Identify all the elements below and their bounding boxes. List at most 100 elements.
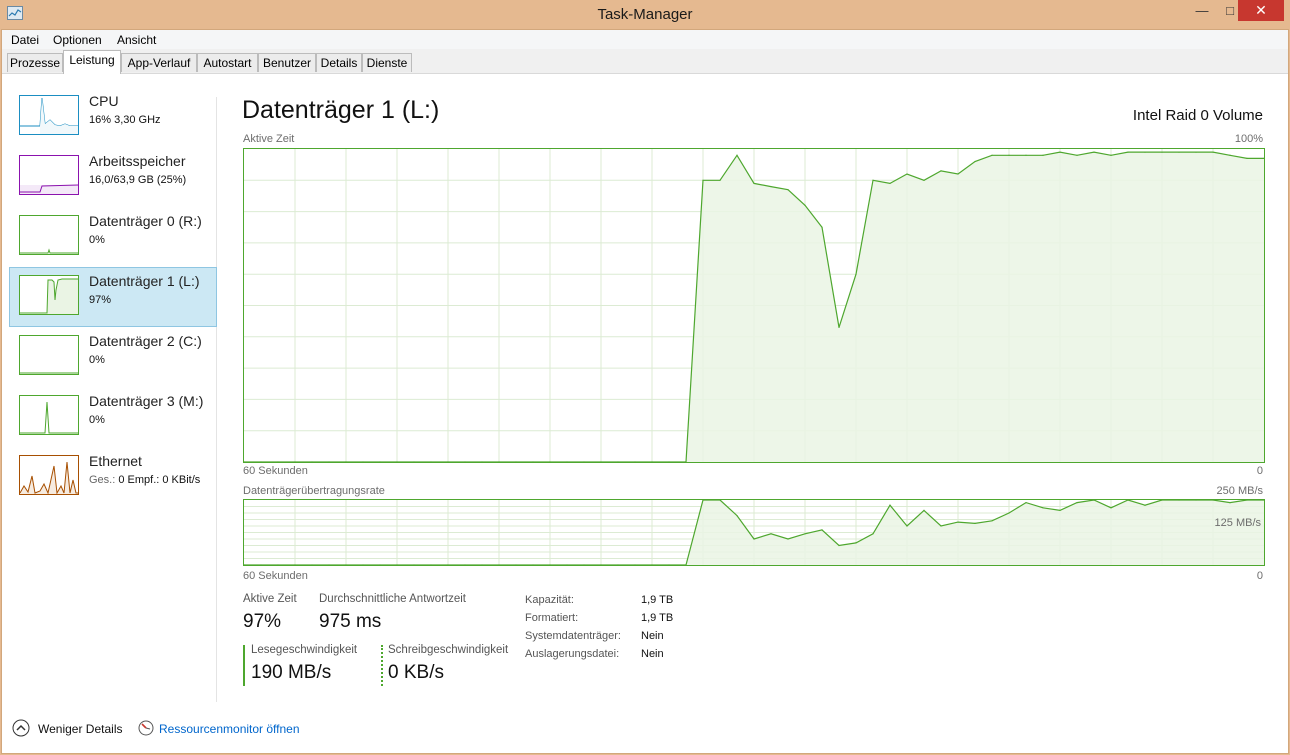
- tab-autostart[interactable]: Autostart: [197, 53, 258, 72]
- active-time-point: [804, 204, 806, 206]
- active-time-chart-x-label: 60 Sekunden: [243, 465, 308, 477]
- disk-1-thumbnail: [19, 275, 79, 315]
- transfer-rate-point: [855, 542, 857, 544]
- active-time-point: [855, 273, 857, 275]
- active-time-point: [923, 179, 925, 181]
- active-time-point: [940, 170, 942, 172]
- tab-details[interactable]: Details: [316, 53, 362, 72]
- page-title: Datenträger 1 (L:): [242, 96, 440, 124]
- disk-2-thumbnail: [19, 335, 79, 375]
- read-speed-marker: [243, 645, 245, 686]
- transfer-rate-point: [1042, 507, 1044, 509]
- memory-thumbnail: [19, 155, 79, 195]
- resource-monitor-icon[interactable]: [138, 720, 154, 736]
- sidebar-item-cpu[interactable]: CPU 16% 3,30 GHz: [9, 87, 217, 147]
- active-time-point: [1008, 154, 1010, 156]
- menu-optionen[interactable]: Optionen: [53, 33, 102, 47]
- active-time-point: [1229, 154, 1231, 156]
- close-button[interactable]: ✕: [1238, 0, 1284, 21]
- active-time-point: [1246, 157, 1248, 159]
- sidebar-item-memory-value: 16,0/63,9 GB (25%): [89, 174, 187, 186]
- active-time-point: [957, 173, 959, 175]
- active-time-chart-label: Aktive Zeit: [243, 133, 295, 145]
- active-time-point: [770, 185, 772, 188]
- menu-datei[interactable]: Datei: [11, 33, 39, 47]
- sidebar-item-cpu-value: 16% 3,30 GHz: [89, 114, 161, 126]
- transfer-rate-chart: 125 MB/s: [243, 499, 1265, 566]
- active-time-point: [1059, 151, 1061, 153]
- ethernet-traffic-value: 0 Empf.: 0 KBit/s: [118, 474, 201, 486]
- sidebar-item-cpu-label: CPU: [89, 93, 119, 109]
- transfer-rate-point: [974, 522, 976, 524]
- title-bar: Task-Manager — □ ✕: [0, 0, 1290, 29]
- tab-strip: Prozesse Leistung App-Verlauf Autostart …: [2, 49, 1288, 74]
- active-time-point: [1144, 151, 1146, 153]
- sidebar-item-disk-1[interactable]: Datenträger 1 (L:) 97%: [9, 267, 217, 327]
- sidebar-item-disk-2-value: 0%: [89, 354, 105, 366]
- active-time-point: [787, 189, 789, 191]
- transfer-rate-point: [1076, 502, 1078, 504]
- avg-response-value: 975 ms: [319, 611, 382, 632]
- sidebar-item-disk-2-label: Datenträger 2 (C:): [89, 333, 202, 349]
- transfer-rate-point: [804, 533, 806, 535]
- active-time-point: [906, 173, 908, 175]
- cpu-thumbnail: [19, 95, 79, 135]
- tab-prozesse[interactable]: Prozesse: [7, 53, 63, 72]
- transfer-rate-point: [923, 509, 925, 511]
- transfer-rate-point: [1110, 507, 1112, 509]
- menu-ansicht[interactable]: Ansicht: [117, 33, 156, 47]
- sidebar-item-memory[interactable]: Arbeitsspeicher 16,0/63,9 GB (25%): [9, 147, 217, 207]
- transfer-rate-point: [1144, 504, 1146, 506]
- transfer-rate-point: [770, 533, 772, 535]
- tab-dienste[interactable]: Dienste: [362, 53, 412, 72]
- tab-leistung[interactable]: Leistung: [63, 50, 121, 74]
- transfer-rate-point: [940, 525, 942, 527]
- active-time-point: [974, 160, 976, 163]
- sidebar-item-disk-2[interactable]: Datenträger 2 (C:) 0%: [9, 327, 217, 387]
- minimize-button[interactable]: —: [1189, 0, 1215, 22]
- sidebar-item-ethernet-value: Ges.: 0 Empf.: 0 KBit/s: [89, 474, 200, 486]
- active-time-point: [1195, 151, 1197, 153]
- tab-app-verlauf[interactable]: App-Verlauf: [121, 53, 197, 72]
- sidebar-item-ethernet[interactable]: Ethernet Ges.: 0 Empf.: 0 KBit/s: [9, 447, 217, 507]
- transfer-rate-point: [872, 533, 874, 535]
- active-time-point: [1212, 151, 1214, 153]
- sidebar-item-disk-3[interactable]: Datenträger 3 (M:) 0%: [9, 387, 217, 447]
- ethernet-thumbnail: [19, 455, 79, 495]
- sidebar-item-memory-label: Arbeitsspeicher: [89, 153, 186, 169]
- active-time-point: [753, 182, 755, 185]
- active-time-point: [736, 154, 738, 156]
- transfer-rate-point: [1229, 502, 1231, 504]
- fewer-details-button[interactable]: Weniger Details: [38, 722, 122, 736]
- ethernet-send-label: Ges.:: [89, 474, 116, 486]
- transfer-chart-max: 250 MB/s: [1216, 485, 1263, 497]
- sidebar-item-disk-3-label: Datenträger 3 (M:): [89, 393, 204, 409]
- transfer-rate-point: [1008, 512, 1010, 514]
- tab-benutzer[interactable]: Benutzer: [258, 53, 316, 72]
- active-time-point: [719, 179, 721, 181]
- capacity-label: Kapazität:: [525, 594, 574, 606]
- system-disk-value: Nein: [641, 630, 664, 642]
- active-time-point: [1161, 151, 1163, 153]
- active-time-chart: [243, 148, 1265, 463]
- system-disk-label: Systemdatenträger:: [525, 630, 621, 642]
- sidebar-item-disk-0[interactable]: Datenträger 0 (R:) 0%: [9, 207, 217, 267]
- chevron-up-icon[interactable]: [12, 719, 30, 737]
- formatted-value: 1,9 TB: [641, 612, 674, 624]
- active-time-point: [1110, 154, 1112, 156]
- active-time-chart-min: 0: [1256, 465, 1263, 477]
- transfer-rate-point: [889, 504, 891, 506]
- transfer-chart-mid: 125 MB/s: [1214, 517, 1261, 529]
- disk-0-thumbnail: [19, 215, 79, 255]
- sidebar-item-disk-1-value: 97%: [89, 294, 112, 306]
- transfer-rate-point: [1025, 502, 1027, 504]
- sidebar-item-disk-1-label: Datenträger 1 (L:): [89, 273, 200, 289]
- write-speed-label: Schreibgeschwindigkeit: [388, 644, 509, 656]
- formatted-label: Formatiert:: [525, 612, 579, 624]
- active-time-point: [702, 179, 704, 181]
- read-speed-value: 190 MB/s: [251, 662, 332, 683]
- read-speed-label: Lesegeschwindigkeit: [251, 644, 358, 656]
- transfer-rate-point: [821, 529, 823, 531]
- open-resource-monitor-link[interactable]: Ressourcenmonitor öffnen: [159, 722, 300, 736]
- transfer-rate-point: [991, 520, 993, 522]
